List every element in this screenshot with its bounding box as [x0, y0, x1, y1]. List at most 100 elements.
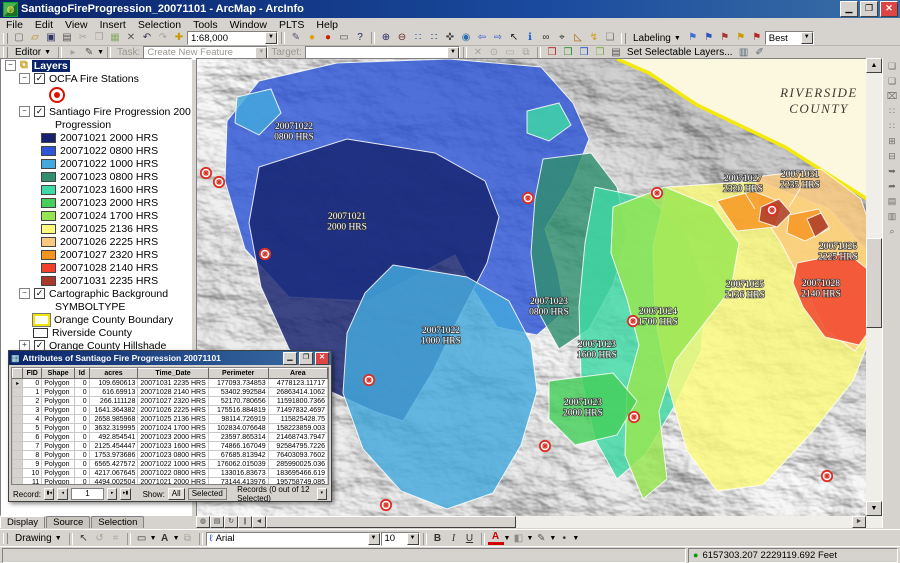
table-cell[interactable]: 176062.015039	[207, 459, 269, 469]
forward-extent-button[interactable]: ⇨	[490, 32, 506, 45]
font-color-dropdown-icon[interactable]: ▼	[504, 535, 511, 542]
toc-item-20071022-0800-hrs[interactable]: 20071022 0800 HRS	[1, 144, 191, 157]
scroll-down-icon[interactable]: ▼	[866, 501, 882, 516]
table-cell[interactable]: 115825428.75	[267, 414, 328, 424]
font-size-dropdown-icon[interactable]: ▼	[406, 532, 419, 545]
fixed-zoom-out-button[interactable]: ∷	[426, 32, 442, 45]
marker-color-button[interactable]: •	[556, 532, 572, 545]
measure-button[interactable]: ◺	[570, 32, 586, 45]
new-text-button[interactable]: A	[157, 532, 173, 545]
html-popup-button[interactable]: ❏	[602, 32, 618, 45]
menu-file[interactable]: File	[0, 19, 29, 31]
row-selector[interactable]	[12, 405, 24, 415]
table-cell[interactable]: 109.690613	[88, 378, 139, 388]
table-cell[interactable]: 175516.884819	[207, 405, 269, 415]
table-cell[interactable]: 20071021 2000 HRS	[137, 477, 209, 484]
toc-tab-display[interactable]: Display	[0, 516, 46, 528]
table-cell[interactable]: 21468743.7947	[267, 432, 328, 442]
attributes-window[interactable]: ▦ Attributes of Santiago Fire Progressio…	[8, 350, 332, 503]
layer-checkbox[interactable]: ✓	[34, 73, 45, 84]
table-cell[interactable]: 4494.002504	[88, 477, 139, 484]
fire-station-marker[interactable]	[212, 175, 226, 189]
scale-dropdown-icon[interactable]: ▼	[265, 32, 277, 44]
table-cell[interactable]: 3632.319995	[88, 423, 139, 433]
restore-button[interactable]: ❐	[860, 1, 878, 17]
fill-color-button[interactable]: ◧	[510, 532, 526, 545]
add-data-button[interactable]: ✚	[171, 32, 187, 45]
table-cell[interactable]: Polygon	[41, 378, 76, 388]
last-record-button[interactable]: ▸▮	[120, 488, 131, 500]
plts-right-tool-button-6[interactable]: ⊞	[884, 134, 900, 148]
toc-item-progression[interactable]: Progression	[1, 118, 191, 131]
scroll-right-icon[interactable]: ►	[852, 516, 866, 528]
pause-drawing-button[interactable]: ∥	[238, 516, 252, 528]
lock-labels-button[interactable]: ⚑	[733, 32, 749, 45]
table-cell[interactable]: 20071022 1000 HRS	[137, 459, 209, 469]
plts-right-tool-button-3[interactable]: ⌧	[884, 89, 900, 103]
column-header-area[interactable]: Area	[267, 368, 328, 379]
table-cell[interactable]: 1	[22, 387, 43, 397]
menu-view[interactable]: View	[59, 19, 94, 31]
table-cell[interactable]: 20071028 2140 HRS	[137, 387, 209, 397]
plts-right-tool-button-5[interactable]: ∷	[884, 119, 900, 133]
table-cell[interactable]: 20071024 1700 HRS	[137, 423, 209, 433]
table-cell[interactable]: Polygon	[41, 477, 76, 484]
table-cell[interactable]: 76403093.7602	[267, 450, 328, 460]
font-dropdown-icon[interactable]: ▼	[367, 532, 380, 545]
column-header-time_date[interactable]: Time_Date	[137, 368, 209, 379]
layer-checkbox[interactable]: ✓	[34, 106, 45, 117]
table-cell[interactable]: 9	[22, 459, 43, 469]
table-cell[interactable]: 20071023 2000 HRS	[137, 432, 209, 442]
toc-item-santiago-fire-progression-20071101[interactable]: −✓ Santiago Fire Progression 20071101	[1, 105, 191, 118]
back-extent-button[interactable]: ⇦	[474, 32, 490, 45]
table-cell[interactable]: 52170.780656	[207, 396, 269, 406]
table-cell[interactable]: 1753.973686	[88, 450, 139, 460]
fire-station-marker[interactable]	[820, 469, 834, 483]
fire-station-marker[interactable]	[538, 439, 552, 453]
label-engine-combo[interactable]: Best ▼	[764, 31, 814, 45]
table-cell[interactable]: Polygon	[41, 414, 76, 424]
toc-item-cartographic-background[interactable]: − ✓ Cartographic Background	[1, 287, 191, 300]
toc-item-symboltype[interactable]: SYMBOLTYPE	[1, 300, 191, 313]
table-cell[interactable]: 20071023 0800 HRS	[137, 450, 209, 460]
legend-swatch[interactable]	[41, 210, 56, 221]
table-options-icon[interactable]: ▾	[316, 488, 328, 500]
table-cell[interactable]: Polygon	[41, 396, 76, 406]
table-cell[interactable]: 266.111128	[88, 396, 139, 406]
underline-button[interactable]: U	[462, 532, 478, 545]
fire-station-marker[interactable]	[379, 498, 393, 512]
table-cell[interactable]: 20071026 2225 HRS	[137, 405, 209, 415]
table-cell[interactable]: 20071031 2235 HRS	[137, 378, 209, 388]
horizontal-scroll-thumb[interactable]	[266, 516, 516, 528]
label-priority-ranking-button[interactable]: ⚑	[701, 32, 717, 45]
close-button[interactable]: ✕	[880, 1, 898, 17]
table-cell[interactable]: Polygon	[41, 432, 76, 442]
show-selected-button[interactable]: Selected	[187, 488, 227, 500]
toolbar-grip[interactable]	[3, 533, 8, 544]
table-cell[interactable]: 616.69913	[88, 387, 139, 397]
column-header-shape[interactable]: Shape	[41, 368, 76, 379]
table-cell[interactable]: 8	[22, 450, 43, 460]
plts-right-tool-button-12[interactable]: ⌕	[884, 224, 900, 238]
paste-button[interactable]: ▦	[107, 32, 123, 45]
row-selector[interactable]	[12, 432, 24, 442]
toc-item-symbol[interactable]	[1, 85, 191, 105]
map-vertical-scrollbar[interactable]: ▲ ▼	[866, 58, 882, 528]
next-record-button[interactable]: ▸	[106, 488, 118, 500]
edit-sketch-button[interactable]: ✎	[288, 32, 304, 45]
previous-record-button[interactable]: ◂	[57, 488, 68, 500]
text-dropdown-icon[interactable]: ▼	[173, 535, 180, 542]
plts-right-tool-button-8[interactable]: ➥	[884, 164, 900, 178]
fire-station-marker[interactable]	[258, 247, 272, 261]
table-cell[interactable]: 0	[74, 432, 90, 442]
legend-swatch[interactable]	[41, 262, 56, 273]
menu-window[interactable]: Window	[224, 19, 273, 31]
italic-button[interactable]: I	[446, 532, 462, 545]
toc-item-orange-county-boundary[interactable]: Orange County Boundary	[1, 313, 191, 326]
print-button[interactable]: ▤	[59, 32, 75, 45]
shape-dropdown-icon[interactable]: ▼	[150, 535, 157, 542]
new-shape-button[interactable]: ▭	[134, 532, 150, 545]
fire-station-marker[interactable]	[199, 166, 213, 180]
table-cell[interactable]: 0	[22, 378, 43, 388]
legend-swatch[interactable]	[41, 236, 56, 247]
